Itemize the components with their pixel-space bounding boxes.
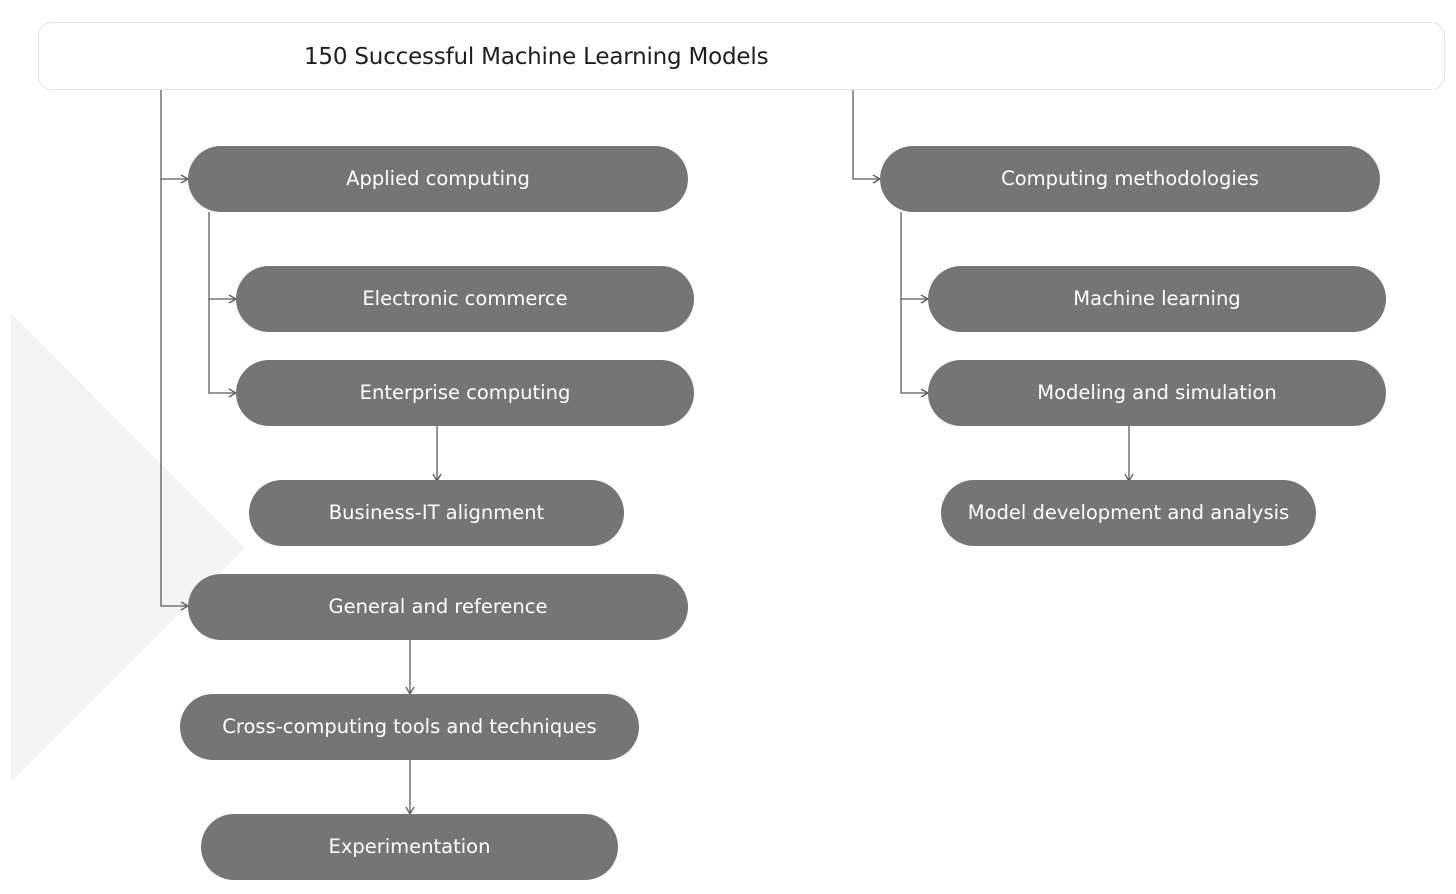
- connector-root-to-computing-methodologies: [852, 90, 882, 184]
- node-enterprise-computing[interactable]: Enterprise computing: [236, 360, 694, 426]
- connector-methodologies-to-modeling: [900, 299, 930, 398]
- node-experimentation[interactable]: Experimentation: [201, 814, 618, 880]
- node-model-development-and-analysis[interactable]: Model development and analysis: [941, 480, 1316, 546]
- node-machine-learning[interactable]: Machine learning: [928, 266, 1386, 332]
- node-cross-computing-tools[interactable]: Cross-computing tools and techniques: [180, 694, 639, 760]
- node-applied-computing[interactable]: Applied computing: [188, 146, 688, 212]
- node-electronic-commerce[interactable]: Electronic commerce: [236, 266, 694, 332]
- connector-applied-to-electronic-commerce: [208, 212, 238, 304]
- connector-root-to-applied-computing: [160, 90, 190, 184]
- node-modeling-and-simulation[interactable]: Modeling and simulation: [928, 360, 1386, 426]
- connector-applied-to-enterprise-computing: [208, 299, 238, 398]
- node-general-and-reference[interactable]: General and reference: [188, 574, 688, 640]
- node-computing-methodologies[interactable]: Computing methodologies: [880, 146, 1380, 212]
- node-business-it-alignment[interactable]: Business-IT alignment: [249, 480, 624, 546]
- connector-root-to-general-and-reference: [160, 179, 190, 611]
- root-node[interactable]: 150 Successful Machine Learning Models: [38, 22, 1445, 90]
- root-title: 150 Successful Machine Learning Models: [304, 44, 769, 70]
- connector-methodologies-to-machine-learning: [900, 212, 930, 304]
